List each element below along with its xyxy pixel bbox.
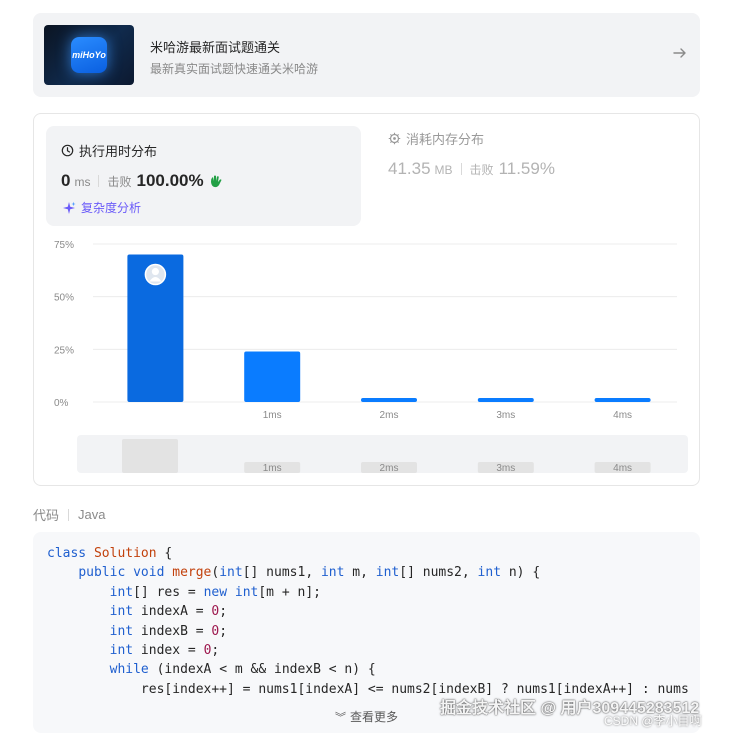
code-label: 代码 (33, 508, 60, 523)
y-tick-label: 75% (54, 240, 74, 251)
divider (68, 508, 70, 521)
navigator-label: 1ms (263, 463, 282, 474)
bar-3ms (477, 398, 534, 402)
double-chevron-down-icon: ︾ (334, 712, 346, 724)
y-tick-label: 0% (54, 398, 69, 409)
code-line: int[] res = new int[m + n]; (109, 584, 321, 600)
arrow-right-icon[interactable] (672, 45, 688, 61)
y-tick-label: 50% (54, 293, 74, 304)
navigator-bar-0ms (122, 439, 178, 473)
bar-2ms (361, 398, 417, 402)
code-line: int indexB = 0; (109, 623, 228, 639)
code-line: while (indexA < m && indexB < n) { (109, 662, 376, 678)
y-tick-label: 25% (54, 345, 74, 356)
bar-1ms (244, 351, 301, 402)
code-header: 代码 Java (33, 505, 105, 524)
promo-subtitle: 最新真实面试题快速通关米哈游 (150, 62, 319, 76)
code-content: class Solution { public void merge(int[]… (47, 544, 689, 699)
x-tick-label: 2ms (380, 410, 399, 421)
avatar-head (151, 267, 159, 276)
bar-4ms (594, 398, 651, 402)
show-more-label: 查看更多 (349, 710, 398, 724)
x-tick-label: 1ms (263, 410, 282, 421)
promo-banner[interactable]: miHoYo 米哈游最新面试题通关 最新真实面试题快速通关米哈游 (33, 13, 700, 97)
code-language: Java (78, 507, 106, 522)
code-line: int index = 0; (109, 643, 220, 659)
code-line: int indexA = 0; (109, 604, 228, 620)
mihoyo-logo: miHoYo (71, 37, 107, 73)
x-tick-label: 4ms (613, 410, 632, 421)
navigator-label: 2ms (380, 463, 399, 474)
promo-thumbnail: miHoYo (44, 25, 134, 85)
code-line: class Solution { (47, 546, 173, 561)
navigator-label: 3ms (496, 463, 515, 474)
x-tick-label: 3ms (496, 410, 515, 421)
performance-card: 执行用时分布 0 ms 击败 100.00% 复杂度分析 消耗内存分布 41.3… (33, 113, 700, 486)
navigator-label: 4ms (613, 463, 632, 474)
promo-title: 米哈游最新面试题通关 (150, 40, 281, 55)
runtime-distribution-chart: 75% 50% 25% 0% 1ms 2ms 3ms 4ms 1ms 2ms 3ms 4ms (54, 240, 688, 474)
watermark-csdn: CSDN @李小目啊 (604, 714, 702, 728)
code-line: public void merge(int[] nums1, int m, in… (78, 565, 541, 581)
